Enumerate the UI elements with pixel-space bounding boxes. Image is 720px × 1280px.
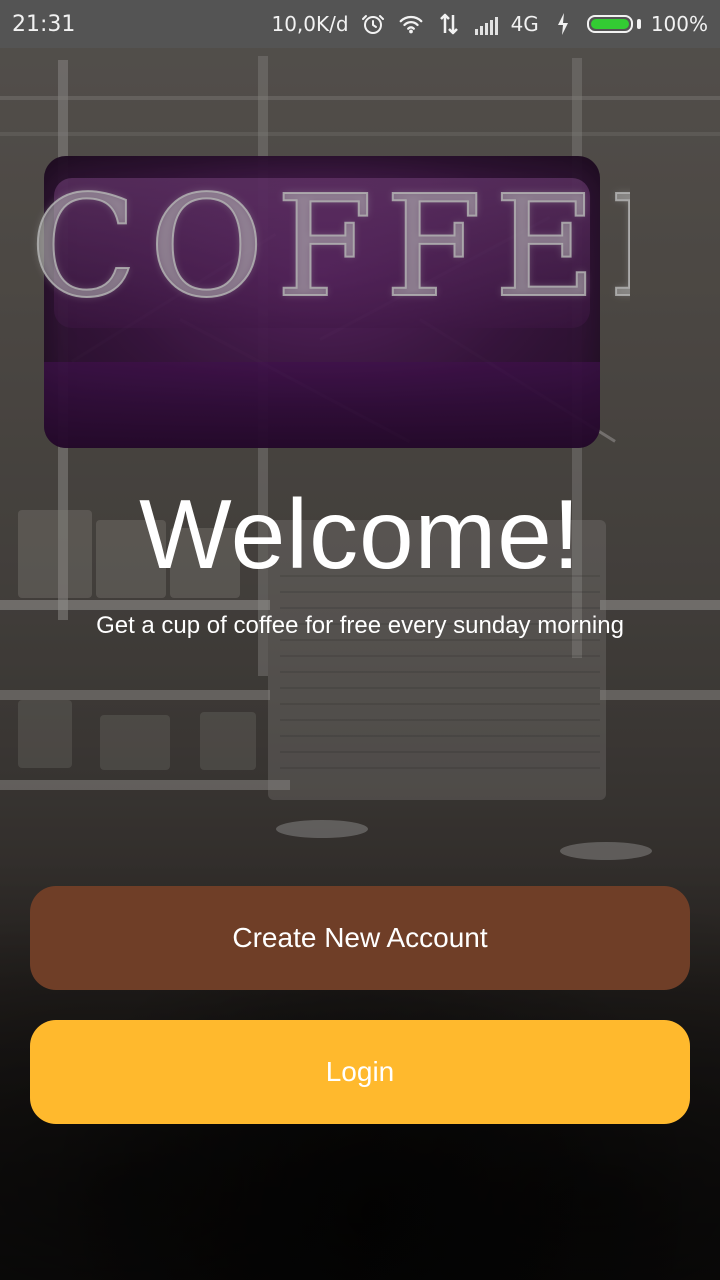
welcome-subtitle: Get a cup of coffee for free every sunda…	[96, 612, 624, 639]
battery-percentage: 100%	[650, 12, 708, 36]
status-bar: 21:31 10,0K/d 4G 100%	[0, 0, 720, 48]
alarm-icon	[359, 10, 387, 38]
login-button[interactable]: Login	[30, 1020, 690, 1124]
login-label: Login	[325, 1056, 395, 1087]
status-time: 21:31	[12, 11, 76, 37]
create-account-label: Create New Account	[232, 922, 488, 953]
welcome-screen: Welcome! Get a cup of coffee for free ev…	[0, 0, 720, 1280]
battery-tip	[636, 19, 641, 29]
data-transfer-icon	[435, 10, 463, 38]
welcome-title: Welcome!	[139, 479, 581, 589]
battery-icon	[586, 15, 641, 33]
battery-shell	[586, 15, 633, 33]
network-type: 4G	[510, 12, 539, 36]
battery-fill	[590, 19, 629, 29]
charging-icon	[549, 10, 577, 38]
status-indicators: 10,0K/d 4G 100%	[271, 10, 708, 38]
network-speed: 10,0K/d	[271, 12, 349, 36]
signal-icon	[473, 10, 501, 38]
wifi-icon	[397, 10, 425, 38]
create-account-button[interactable]: Create New Account	[30, 886, 690, 990]
